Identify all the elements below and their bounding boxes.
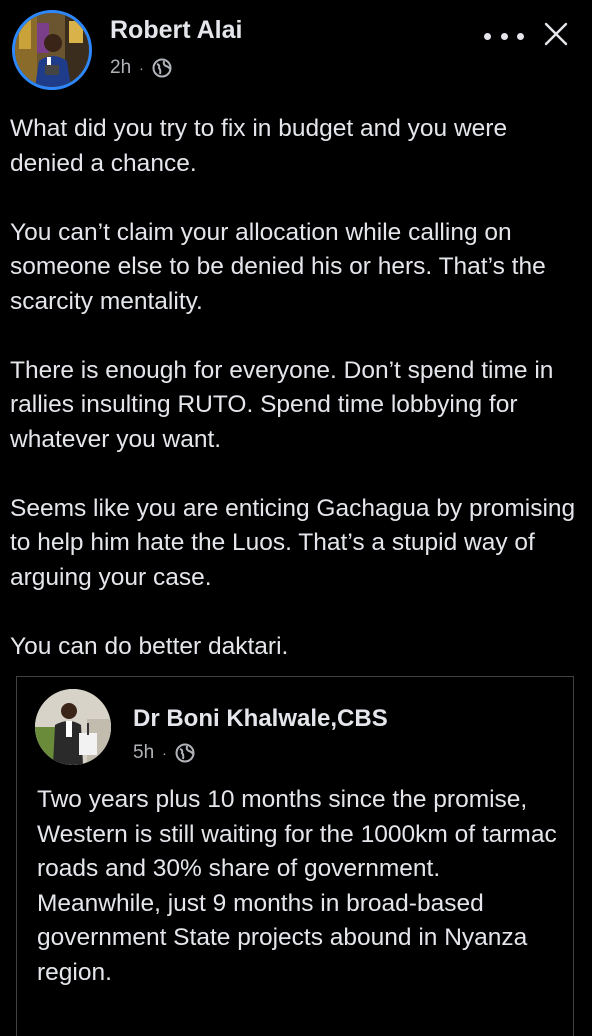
post-paragraph: There is enough for everyone. Don’t spen…: [10, 356, 554, 453]
close-icon[interactable]: [540, 18, 572, 50]
more-dot: [484, 32, 491, 40]
shared-post-card[interactable]: Dr Boni Khalwale,CBS 5h · Two years plus…: [16, 676, 574, 1036]
post-time[interactable]: 2h: [110, 57, 131, 79]
post-paragraph: You can do better daktari.: [10, 632, 289, 660]
shared-post-paragraph: Meanwhile, just 9 months in broad-based …: [37, 889, 528, 986]
author-avatar-image: [15, 13, 89, 87]
shared-author-avatar[interactable]: [35, 689, 111, 765]
meta-separator: ·: [162, 745, 167, 761]
meta-separator: ·: [139, 60, 144, 76]
more-dot: [500, 32, 508, 40]
post-meta: 2h ·: [110, 56, 172, 80]
post-paragraph: You can’t claim your allocation while ca…: [10, 218, 546, 315]
globe-icon: [175, 743, 195, 763]
more-options-icon[interactable]: [484, 22, 524, 50]
shared-post-time[interactable]: 5h: [133, 742, 154, 764]
post-paragraph: What did you try to fix in budget and yo…: [10, 115, 508, 177]
shared-post-paragraph: Two years plus 10 months since the promi…: [37, 786, 557, 882]
author-avatar[interactable]: [12, 10, 92, 90]
shared-post-meta: 5h ·: [133, 741, 195, 765]
post-header: Robert Alai 2h ·: [0, 0, 592, 100]
globe-icon: [152, 58, 172, 78]
more-dot: [517, 32, 524, 40]
shared-post-body: Two years plus 10 months since the promi…: [37, 783, 567, 990]
post-body: What did you try to fix in budget and yo…: [10, 112, 586, 699]
shared-author-avatar-image: [35, 689, 111, 765]
shared-author-name[interactable]: Dr Boni Khalwale,CBS: [133, 705, 388, 733]
post-paragraph: Seems like you are enticing Gachagua by …: [10, 494, 576, 591]
author-name[interactable]: Robert Alai: [110, 16, 242, 45]
